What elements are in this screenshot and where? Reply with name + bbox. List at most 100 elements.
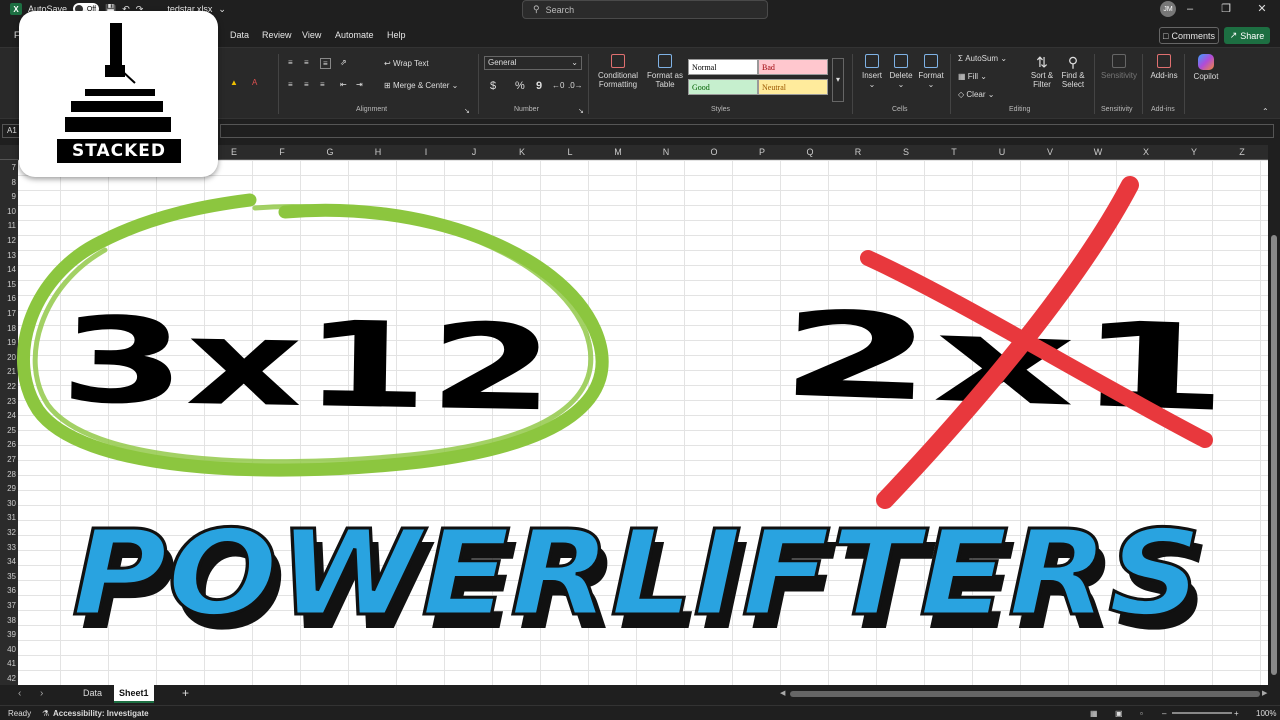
row-header[interactable]: 36: [0, 586, 16, 595]
column-header[interactable]: O: [690, 147, 738, 157]
add-sheet-button[interactable]: +: [182, 686, 189, 700]
row-header[interactable]: 33: [0, 543, 16, 552]
copilot-button[interactable]: Copilot: [1190, 54, 1222, 81]
column-header[interactable]: W: [1074, 147, 1122, 157]
row-header[interactable]: 8: [0, 178, 16, 187]
style-good[interactable]: Good: [688, 79, 758, 95]
tab-automate[interactable]: Automate: [335, 30, 374, 40]
increase-indent-icon[interactable]: ⇥: [356, 80, 363, 89]
page-layout-icon[interactable]: ▣: [1115, 709, 1123, 718]
style-neutral[interactable]: Neutral: [758, 79, 828, 95]
column-header[interactable]: T: [930, 147, 978, 157]
column-header[interactable]: J: [450, 147, 498, 157]
clear-button[interactable]: ◇ Clear ⌄: [958, 90, 994, 99]
column-header[interactable]: P: [738, 147, 786, 157]
row-header[interactable]: 42: [0, 674, 16, 683]
horizontal-scrollbar[interactable]: [790, 691, 1260, 697]
comma-button[interactable]: 9: [536, 80, 542, 92]
align-center-icon[interactable]: ≡: [304, 80, 309, 89]
column-header[interactable]: I: [402, 147, 450, 157]
tab-review[interactable]: Review: [262, 30, 292, 40]
autosum-button[interactable]: Σ AutoSum ⌄: [958, 54, 1007, 63]
decrease-indent-icon[interactable]: ⇤: [340, 80, 347, 89]
vertical-scrollbar[interactable]: [1268, 145, 1280, 685]
orientation-icon[interactable]: ⇗: [340, 58, 347, 67]
search-box[interactable]: ⚲ Search: [522, 0, 768, 19]
percent-button[interactable]: %: [515, 80, 525, 92]
row-header[interactable]: 17: [0, 309, 16, 318]
row-header[interactable]: 11: [0, 221, 16, 230]
collapse-ribbon-icon[interactable]: ⌃: [1262, 107, 1269, 116]
row-header[interactable]: 28: [0, 470, 16, 479]
row-header[interactable]: 30: [0, 499, 16, 508]
scroll-right-icon[interactable]: ▶: [1262, 689, 1267, 697]
normal-view-icon[interactable]: ▦: [1090, 709, 1098, 718]
column-header[interactable]: K: [498, 147, 546, 157]
row-header[interactable]: 16: [0, 294, 16, 303]
row-header[interactable]: 13: [0, 251, 16, 260]
number-launcher-icon[interactable]: ↘: [578, 107, 584, 115]
row-header[interactable]: 34: [0, 557, 16, 566]
styles-more-icon[interactable]: ▾: [832, 58, 844, 102]
fill-button[interactable]: ▦ Fill ⌄: [958, 72, 987, 81]
sort-filter-button[interactable]: ⇅ Sort & Filter: [1028, 54, 1056, 89]
scrollbar-thumb[interactable]: [1271, 235, 1277, 675]
format-as-table-button[interactable]: Format as Table: [646, 54, 684, 89]
next-sheet-icon[interactable]: ›: [40, 688, 43, 699]
column-header[interactable]: V: [1026, 147, 1074, 157]
row-header[interactable]: 41: [0, 659, 16, 668]
row-header[interactable]: 23: [0, 397, 16, 406]
zoom-in-icon[interactable]: +: [1234, 709, 1239, 718]
chevron-down-icon[interactable]: ⌄: [218, 4, 226, 15]
number-format-select[interactable]: General ⌄: [484, 56, 582, 70]
row-header[interactable]: 10: [0, 207, 16, 216]
align-top-icon[interactable]: ≡: [288, 58, 293, 67]
row-header[interactable]: 9: [0, 192, 16, 201]
addins-button[interactable]: Add-ins: [1148, 54, 1180, 80]
column-header[interactable]: L: [546, 147, 594, 157]
column-header[interactable]: Q: [786, 147, 834, 157]
tab-help[interactable]: Help: [387, 30, 406, 40]
row-header[interactable]: 38: [0, 616, 16, 625]
conditional-formatting-button[interactable]: Conditional Formatting: [594, 54, 642, 89]
restore-icon[interactable]: ❐: [1208, 0, 1244, 18]
page-break-icon[interactable]: ▫: [1140, 709, 1143, 718]
delete-button[interactable]: Delete ⌄: [886, 54, 916, 89]
row-header[interactable]: 25: [0, 426, 16, 435]
find-select-button[interactable]: ⚲ Find & Select: [1058, 54, 1088, 89]
row-header[interactable]: 7: [0, 163, 16, 172]
minimize-icon[interactable]: –: [1172, 0, 1208, 18]
align-right-icon[interactable]: ≡: [320, 80, 325, 89]
column-header[interactable]: R: [834, 147, 882, 157]
tab-data[interactable]: Data: [230, 30, 249, 40]
zoom-level[interactable]: 100%: [1256, 709, 1276, 718]
merge-center-button[interactable]: ⊞ Merge & Center ⌄: [384, 81, 458, 90]
worksheet-grid[interactable]: [18, 160, 1268, 685]
formula-input[interactable]: [220, 124, 1274, 138]
row-header[interactable]: 31: [0, 513, 16, 522]
fill-color-icon[interactable]: ▲: [230, 78, 238, 87]
column-header[interactable]: Z: [1218, 147, 1266, 157]
column-header[interactable]: Y: [1170, 147, 1218, 157]
currency-button[interactable]: $: [490, 80, 496, 92]
row-header[interactable]: 35: [0, 572, 16, 581]
wrap-text-button[interactable]: ↩ Wrap Text: [384, 59, 429, 68]
comments-button[interactable]: □ Comments: [1159, 27, 1219, 44]
font-color-icon[interactable]: A: [252, 78, 257, 87]
row-header[interactable]: 27: [0, 455, 16, 464]
close-icon[interactable]: ✕: [1244, 0, 1280, 18]
insert-button[interactable]: Insert ⌄: [858, 54, 886, 89]
row-header[interactable]: 20: [0, 353, 16, 362]
row-header[interactable]: 18: [0, 324, 16, 333]
row-header[interactable]: 21: [0, 367, 16, 376]
style-bad[interactable]: Bad: [758, 59, 828, 75]
align-left-icon[interactable]: ≡: [288, 80, 293, 89]
zoom-out-icon[interactable]: –: [1162, 709, 1166, 718]
alignment-launcher-icon[interactable]: ↘: [464, 107, 470, 115]
zoom-slider[interactable]: [1172, 712, 1232, 714]
column-header[interactable]: H: [354, 147, 402, 157]
row-header[interactable]: 26: [0, 440, 16, 449]
align-middle-icon[interactable]: ≡: [304, 58, 309, 67]
row-header[interactable]: 14: [0, 265, 16, 274]
sheet-tab-data[interactable]: Data: [83, 688, 102, 698]
